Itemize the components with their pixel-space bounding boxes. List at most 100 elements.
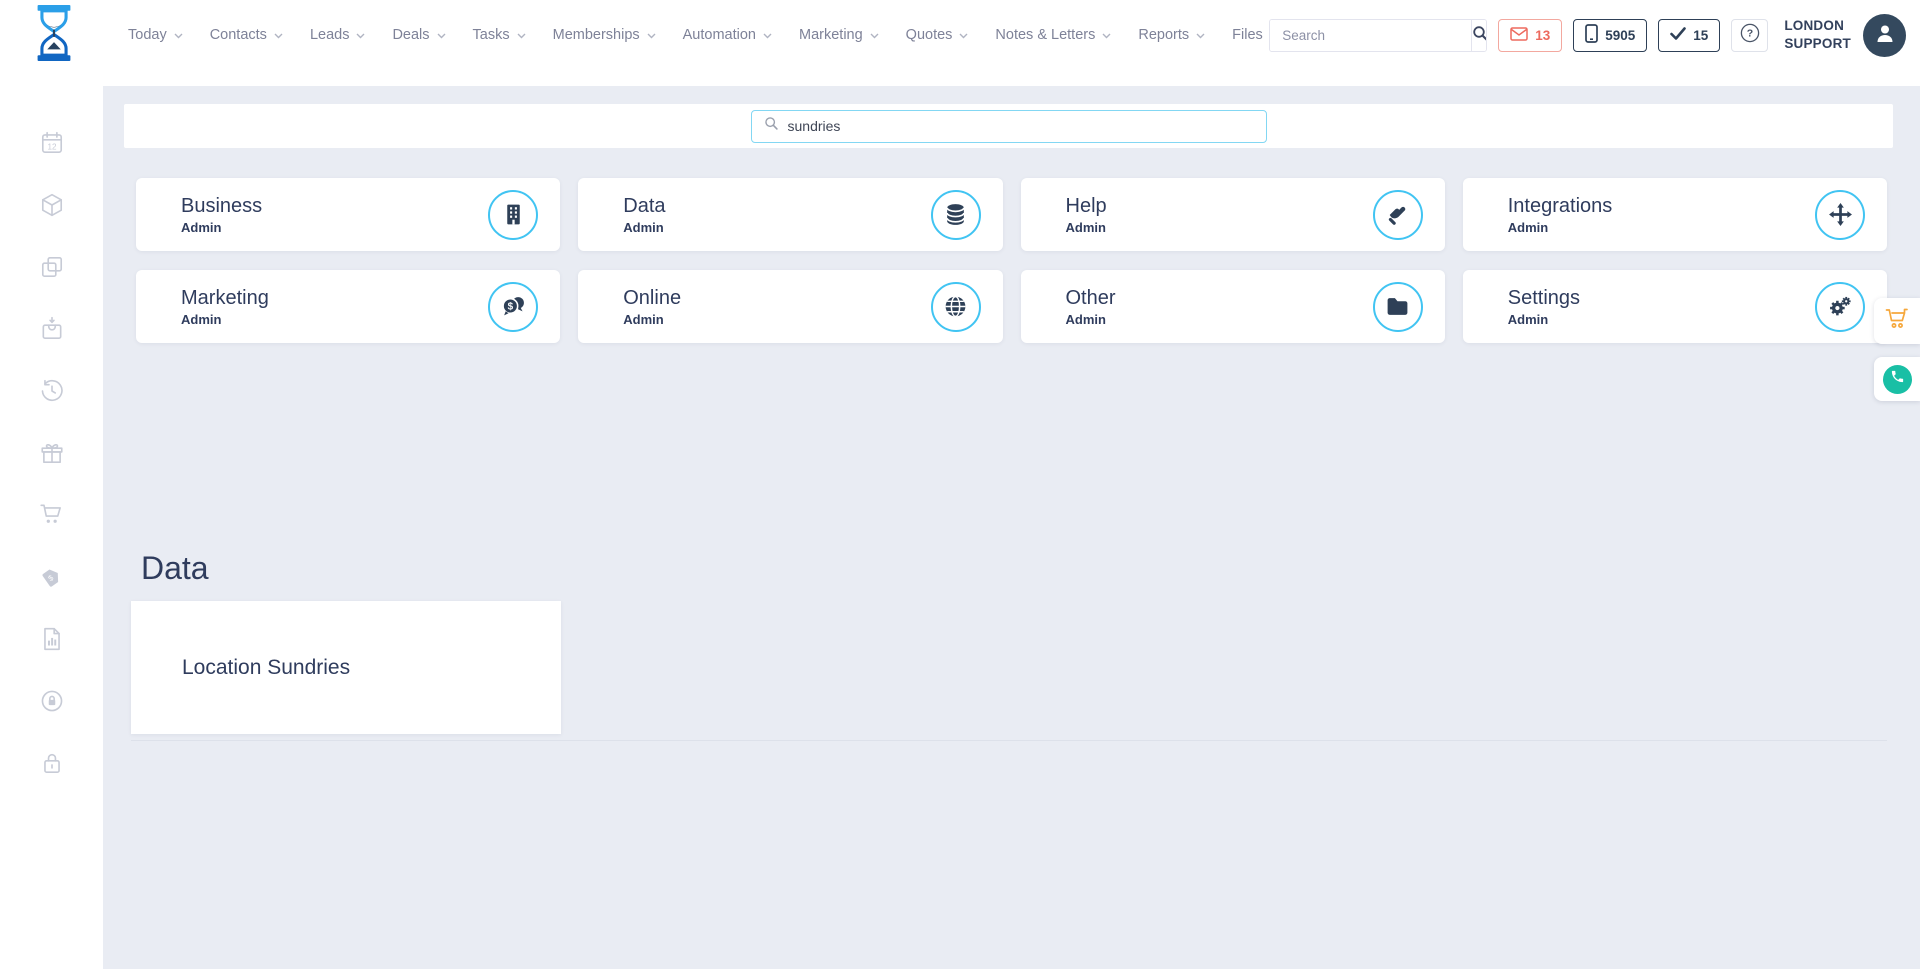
card-icon-ring <box>488 189 539 240</box>
nav-label: Memberships <box>552 27 640 43</box>
section-divider <box>131 740 1887 742</box>
nav-item-leads[interactable]: Leads <box>310 27 366 43</box>
building-icon <box>507 204 520 225</box>
module-search-panel <box>124 104 1893 148</box>
global-search <box>1269 18 1488 52</box>
chevron-down-icon <box>274 27 283 43</box>
nav-label: Contacts <box>209 27 267 43</box>
card-help-admin[interactable]: Help Admin <box>1020 178 1445 251</box>
global-search-button[interactable] <box>1471 19 1487 51</box>
sidebar-item-pricing[interactable]: $ <box>39 564 65 590</box>
nav-item-notes-letters[interactable]: Notes & Letters <box>995 27 1111 43</box>
card-online-admin[interactable]: Online Admin <box>578 270 1003 343</box>
tasks-count: 15 <box>1693 27 1709 43</box>
topbar: Today Contacts Leads Deals Tasks Members… <box>0 0 1920 86</box>
phone-badge[interactable]: 5905 <box>1573 18 1648 52</box>
module-search-input[interactable] <box>787 118 1254 134</box>
card-other-admin[interactable]: Other Admin <box>1020 270 1445 343</box>
report-file-icon <box>43 627 60 651</box>
card-title: Other <box>1065 286 1116 309</box>
card-title: Online <box>623 286 682 309</box>
nav-item-deals[interactable]: Deals <box>392 27 446 43</box>
calendar-12-icon: 12 <box>41 131 62 154</box>
avatar <box>1863 13 1906 57</box>
card-text: Data Admin <box>623 195 665 235</box>
sidebar-item-orders-in[interactable] <box>39 316 65 342</box>
sidebar-item-duplicates[interactable] <box>39 254 65 280</box>
card-subtitle: Admin <box>181 311 222 327</box>
card-integrations-admin[interactable]: Integrations Admin <box>1462 178 1887 251</box>
mobile-icon <box>1585 24 1599 46</box>
folder-icon <box>1387 298 1408 315</box>
result-label: Location Sundries <box>182 655 351 679</box>
svg-text:?: ? <box>1747 27 1753 39</box>
card-business-admin[interactable]: Business Admin <box>136 178 561 251</box>
app-shell: 12 $ sundries Business Admin Data Admin … <box>0 86 1920 969</box>
padlock-icon <box>43 753 60 774</box>
cogs-icon <box>1829 296 1851 316</box>
user-menu[interactable]: LONDON SUPPORT <box>1784 13 1906 57</box>
card-data-admin[interactable]: Data Admin <box>578 178 1003 251</box>
sidebar-item-cart[interactable] <box>39 502 65 528</box>
nav-label: Files <box>1232 27 1263 43</box>
cart-icon <box>39 504 61 523</box>
results-section-heading: Data <box>141 550 209 586</box>
nav-item-files[interactable]: Files <box>1232 27 1263 43</box>
arrows-move-icon <box>1828 203 1852 226</box>
help-button[interactable]: ? <box>1731 18 1769 52</box>
sidebar-item-admin-access[interactable] <box>39 688 65 714</box>
mail-count: 13 <box>1535 27 1551 43</box>
card-settings-admin[interactable]: Settings Admin <box>1462 270 1887 343</box>
history-icon <box>41 379 63 402</box>
mail-badge[interactable]: 13 <box>1498 18 1563 52</box>
sidebar-item-security[interactable] <box>39 750 65 776</box>
nav-item-today[interactable]: Today <box>128 27 183 43</box>
chevron-down-icon <box>647 27 656 43</box>
card-text: Settings Admin <box>1508 287 1580 327</box>
globe-icon <box>945 295 966 318</box>
nav-label: Deals <box>392 27 430 43</box>
card-icon-ring <box>1372 281 1423 332</box>
result-item-location-sundries[interactable]: Location Sundries <box>131 601 561 735</box>
card-icon-ring: $ <box>488 281 539 332</box>
sidebar-item-calendar[interactable]: 12 <box>39 130 65 156</box>
clone-icon <box>41 256 62 278</box>
card-text: Business Admin <box>181 195 262 235</box>
phone-count: 5905 <box>1605 27 1636 43</box>
sidebar-item-reports[interactable] <box>39 626 65 652</box>
card-subtitle: Admin <box>1507 219 1549 235</box>
nav-item-quotes[interactable]: Quotes <box>906 27 969 43</box>
sidebar-item-history[interactable] <box>39 378 65 404</box>
chevron-down-icon <box>763 27 772 43</box>
nav-item-contacts[interactable]: Contacts <box>210 27 283 43</box>
card-subtitle: Admin <box>623 311 664 327</box>
nav-item-reports[interactable]: Reports <box>1138 27 1205 43</box>
chevron-down-icon <box>959 27 968 43</box>
chevron-down-icon <box>1102 27 1111 43</box>
floating-cart-button[interactable] <box>1874 298 1920 344</box>
tasks-badge[interactable]: 15 <box>1658 18 1721 52</box>
admin-cards-grid: Business Admin Data Admin Help Admin Int… <box>136 178 1887 343</box>
nav-item-marketing[interactable]: Marketing <box>799 27 879 43</box>
comments-dollar-icon: $ <box>502 297 524 316</box>
nav-item-automation[interactable]: Automation <box>683 27 772 43</box>
nav-label: Leads <box>309 27 350 43</box>
sidebar-item-products[interactable] <box>39 192 65 218</box>
sidebar-item-gifts[interactable] <box>39 440 65 466</box>
floating-phone-button[interactable] <box>1874 357 1920 401</box>
card-title: Help <box>1065 194 1107 217</box>
nav-item-memberships[interactable]: Memberships <box>553 27 656 43</box>
nav-label: Notes & Letters <box>995 27 1096 43</box>
app-logo[interactable] <box>30 4 78 66</box>
card-title: Business <box>181 194 263 217</box>
user-lock-circle-icon <box>41 690 62 712</box>
global-search-input[interactable] <box>1270 19 1472 51</box>
search-icon <box>1472 25 1487 45</box>
nav-label: Marketing <box>799 27 863 43</box>
card-title: Data <box>623 194 666 217</box>
card-marketing-admin[interactable]: Marketing Admin $ <box>136 270 561 343</box>
card-icon-ring <box>930 189 981 240</box>
nav-item-tasks[interactable]: Tasks <box>473 27 526 43</box>
main-content: Business Admin Data Admin Help <box>103 86 1920 969</box>
bag-import-icon <box>42 316 61 340</box>
